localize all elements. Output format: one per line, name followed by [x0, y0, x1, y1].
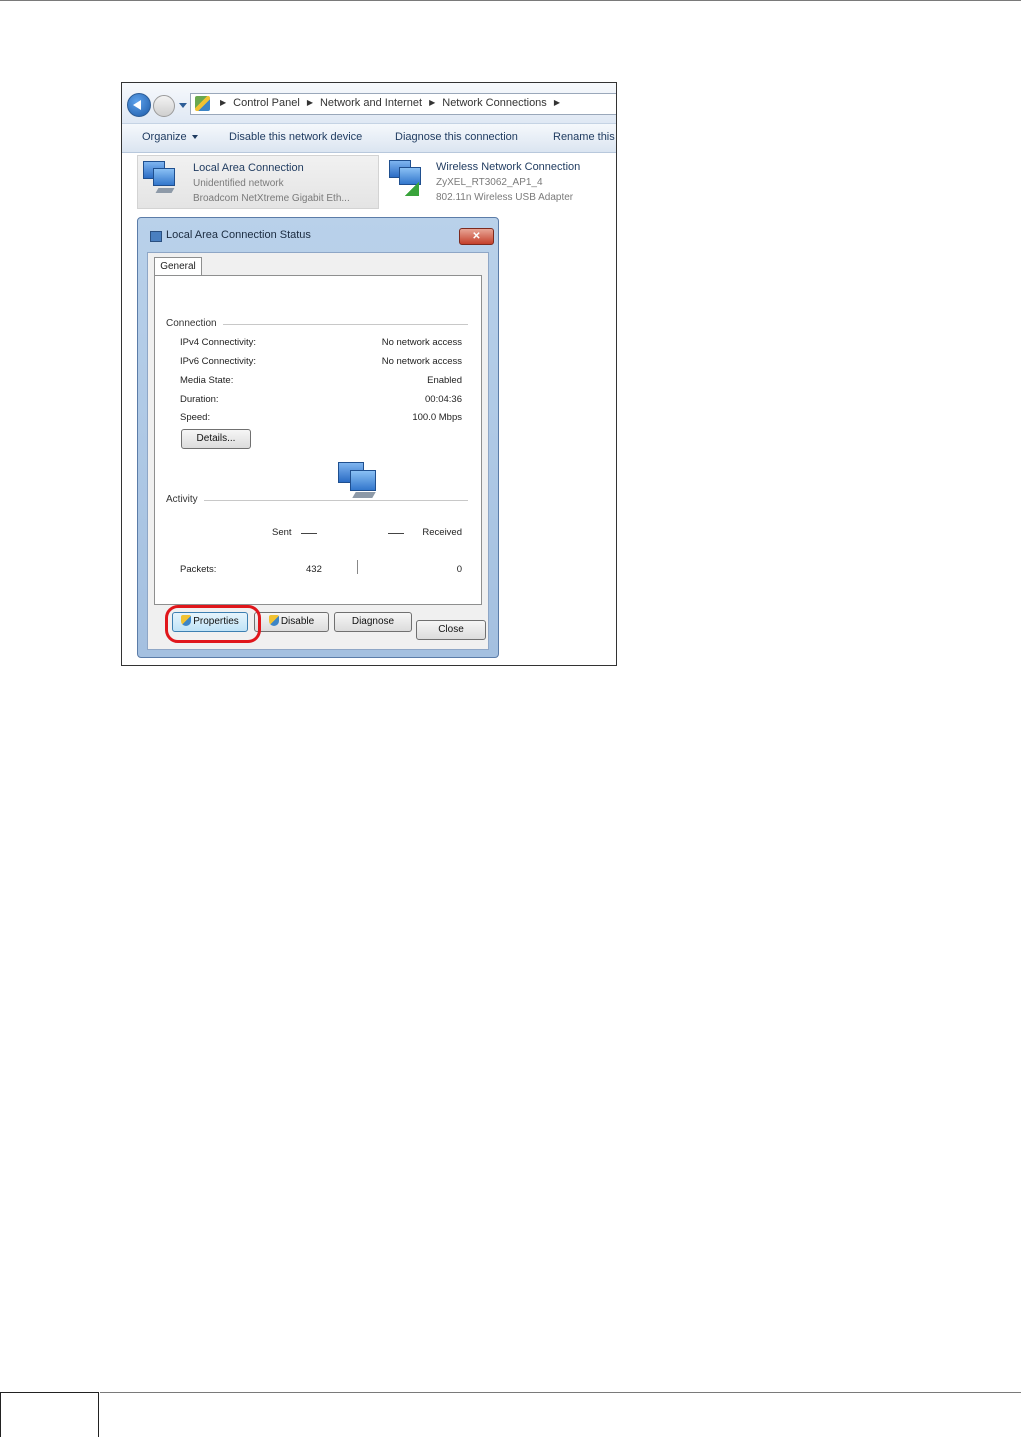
- connection-ssid: ZyXEL_RT3062_AP1_4: [436, 177, 543, 188]
- page-top-rule: [0, 0, 1021, 1]
- disable-label: Disable: [280, 616, 315, 627]
- organize-label: Organize: [142, 131, 187, 143]
- details-button[interactable]: Details...: [181, 429, 251, 449]
- network-adapter-icon: [143, 161, 175, 199]
- tab-general[interactable]: General: [154, 257, 202, 276]
- close-button[interactable]: Close: [416, 620, 486, 640]
- packets-label: Packets:: [180, 564, 217, 575]
- chevron-right-icon[interactable]: ▶: [307, 98, 313, 107]
- media-state-value: Enabled: [427, 375, 462, 386]
- connection-name: Wireless Network Connection: [436, 161, 581, 173]
- chevron-right-icon[interactable]: ▶: [220, 98, 226, 107]
- diagnose-button[interactable]: Diagnose: [334, 612, 412, 632]
- back-arrow-icon[interactable]: [127, 93, 151, 117]
- rename-button[interactable]: Rename this: [553, 131, 615, 143]
- sent-label: Sent: [272, 527, 292, 538]
- diagnose-connection-button[interactable]: Diagnose this connection: [395, 131, 518, 143]
- duration-label: Duration:: [180, 394, 219, 405]
- history-dropdown-icon[interactable]: [179, 103, 187, 108]
- organize-menu[interactable]: Organize: [142, 131, 198, 143]
- address-bar: ▶ Control Panel ▶ Network and Internet ▶ Netw…: [122, 83, 616, 123]
- properties-highlight-circle: [165, 605, 261, 643]
- breadcrumb: ▶ Control Panel ▶ Network and Internet ▶ Netw…: [213, 97, 567, 109]
- network-icon: [150, 231, 162, 242]
- address-field[interactable]: ▶ Control Panel ▶ Network and Internet ▶ Netw…: [190, 93, 616, 115]
- breadcrumb-network-connections[interactable]: Network Connections: [442, 97, 547, 109]
- sent-line: [301, 533, 317, 534]
- connection-adapter: 802.11n Wireless USB Adapter: [436, 192, 574, 203]
- command-toolbar: Organize Disable this network device Dia…: [122, 123, 616, 153]
- chevron-right-icon[interactable]: ▶: [429, 98, 435, 107]
- packets-received-value: 0: [456, 564, 462, 575]
- dialog-title: Local Area Connection Status: [166, 229, 311, 241]
- ipv4-connectivity-label: IPv4 Connectivity:: [180, 337, 257, 348]
- wireless-network-connection-item[interactable]: Wireless Network Connection ZyXEL_RT3062…: [384, 155, 616, 207]
- page-footer-rule: [100, 1392, 1021, 1393]
- wireless-adapter-icon: [389, 160, 421, 198]
- general-panel: Connection IPv4 Connectivity: No network…: [154, 275, 482, 605]
- activity-divider: [166, 500, 468, 501]
- activity-heading: Activity: [166, 494, 204, 505]
- duration-value: 00:04:36: [425, 394, 462, 405]
- connection-adapter: Broadcom NetXtreme Gigabit Eth...: [193, 193, 350, 204]
- close-icon[interactable]: ✕: [459, 228, 494, 245]
- screenshot-frame: ▶ Control Panel ▶ Network and Internet ▶ Netw…: [121, 82, 617, 666]
- chevron-down-icon: [191, 135, 198, 139]
- breadcrumb-control-panel[interactable]: Control Panel: [233, 97, 300, 109]
- dialog-body: General Connection IPv4 Connectivity: No…: [147, 252, 489, 650]
- local-area-connection-status-dialog: Local Area Connection Status ✕ General C…: [137, 217, 499, 658]
- speed-value: 100.0 Mbps: [412, 412, 462, 423]
- received-label: Received: [422, 527, 462, 538]
- ipv6-connectivity-label: IPv6 Connectivity:: [180, 356, 257, 367]
- control-panel-icon: [195, 96, 210, 111]
- connection-status: Unidentified network: [193, 178, 284, 189]
- speed-label: Speed:: [180, 412, 211, 423]
- chevron-right-icon[interactable]: ▶: [554, 98, 560, 107]
- media-state-label: Media State:: [180, 375, 234, 386]
- packets-divider: [357, 560, 358, 574]
- ipv4-connectivity-value: No network access: [381, 337, 462, 348]
- received-line: [388, 533, 404, 534]
- connection-heading: Connection: [166, 318, 223, 329]
- local-area-connection-item[interactable]: Local Area Connection Unidentified netwo…: [137, 155, 379, 209]
- forward-arrow-icon[interactable]: [153, 95, 175, 117]
- ipv6-connectivity-value: No network access: [381, 356, 462, 367]
- page-number-box: [0, 1392, 99, 1437]
- disable-device-button[interactable]: Disable this network device: [229, 131, 362, 143]
- activity-computers-icon: [338, 462, 383, 502]
- disable-button[interactable]: Disable: [254, 612, 329, 632]
- uac-shield-icon: [268, 615, 279, 626]
- breadcrumb-network-and-internet[interactable]: Network and Internet: [320, 97, 422, 109]
- packets-sent-value: 432: [306, 564, 322, 575]
- connection-name: Local Area Connection: [193, 162, 304, 174]
